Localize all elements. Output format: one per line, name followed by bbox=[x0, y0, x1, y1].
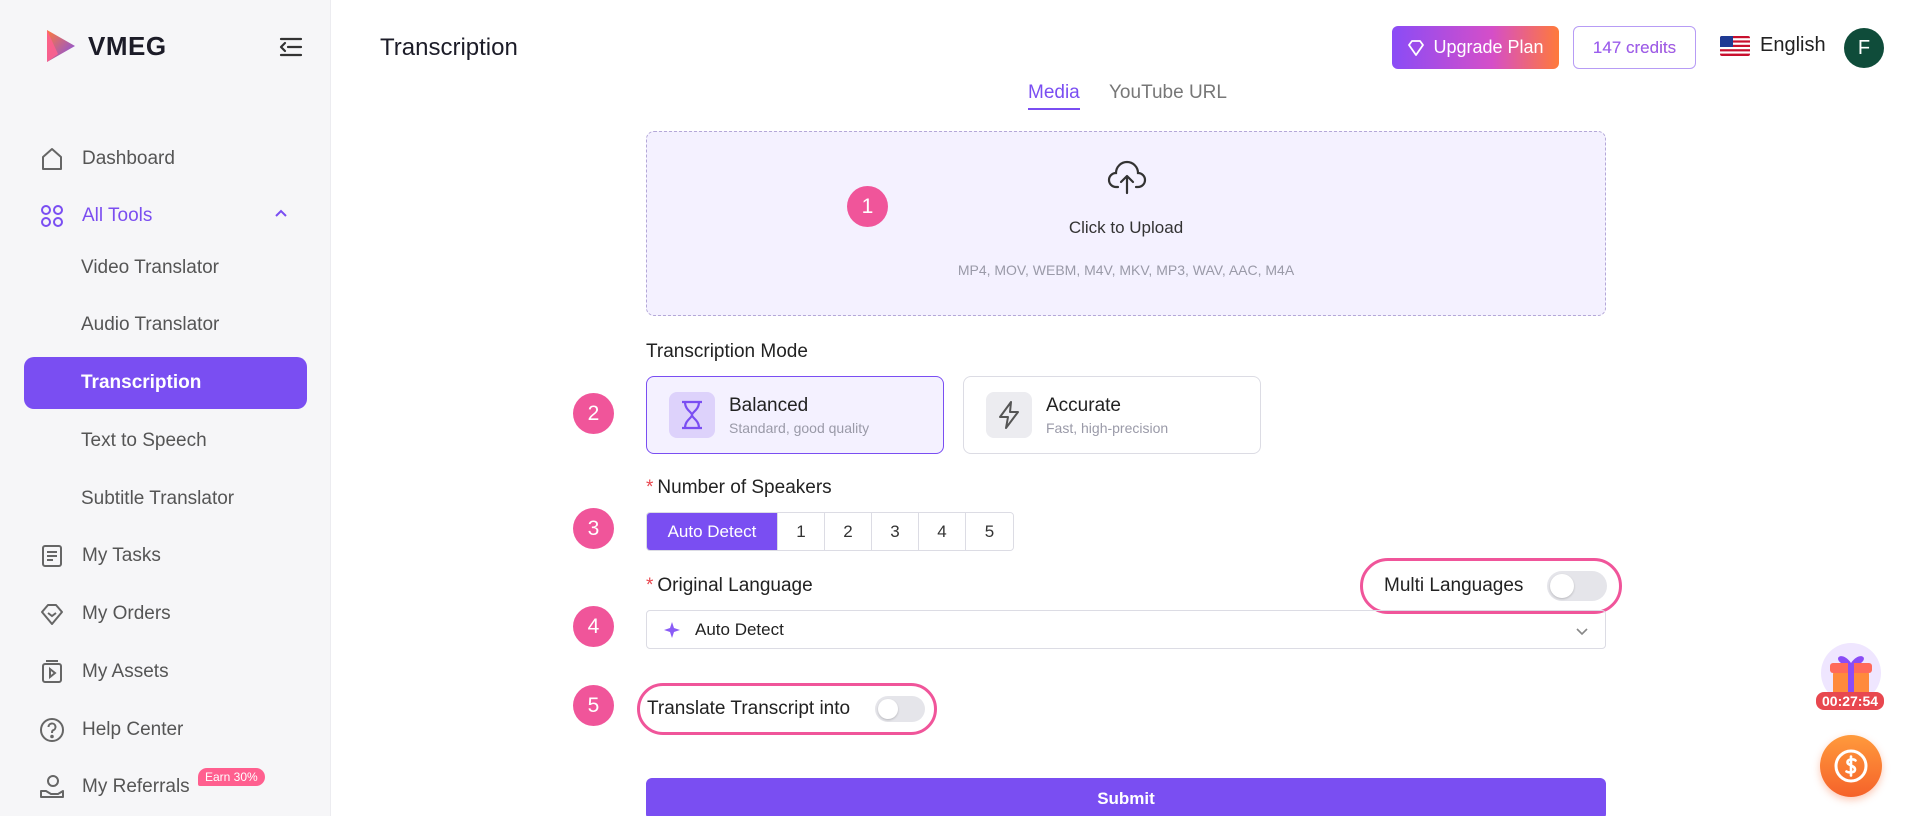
speaker-option-4[interactable]: 4 bbox=[919, 513, 966, 550]
tab-media[interactable]: Media bbox=[1028, 82, 1080, 110]
collapse-sidebar-button[interactable] bbox=[278, 34, 304, 60]
us-flag-icon bbox=[1720, 35, 1750, 56]
home-icon bbox=[38, 145, 66, 173]
help-icon bbox=[38, 716, 66, 744]
sidebar-item-help-center[interactable]: Help Center bbox=[24, 704, 307, 756]
sidebar-tool-text-to-speech[interactable]: Text to Speech bbox=[24, 415, 307, 467]
sidebar-tool-transcription[interactable]: Transcription bbox=[24, 357, 307, 409]
submit-button[interactable]: Submit bbox=[646, 778, 1606, 816]
sidebar-item-my-orders[interactable]: My Orders bbox=[24, 588, 307, 640]
hourglass-icon bbox=[669, 392, 715, 438]
mode-title: Balanced bbox=[729, 394, 809, 416]
sidebar: VMEG Dashboard All Tools Video Translato… bbox=[0, 0, 331, 816]
speaker-option-auto[interactable]: Auto Detect bbox=[647, 513, 778, 550]
chevron-up-icon bbox=[273, 206, 289, 228]
sidebar-item-label: Help Center bbox=[82, 719, 184, 740]
credits-button[interactable]: 147 credits bbox=[1573, 26, 1696, 69]
sidebar-item-label: All Tools bbox=[82, 205, 153, 226]
brand-logo[interactable]: VMEG bbox=[44, 28, 167, 64]
upgrade-plan-label: Upgrade Plan bbox=[1433, 37, 1544, 57]
sparkle-icon bbox=[664, 621, 680, 638]
sidebar-tool-subtitle-translator[interactable]: Subtitle Translator bbox=[24, 473, 307, 525]
dollar-coin-icon bbox=[1834, 749, 1868, 783]
original-language-label: * Original Language bbox=[646, 575, 813, 596]
multi-languages-label: Multi Languages bbox=[1384, 575, 1524, 596]
mode-option-balanced[interactable]: Balanced Standard, good quality bbox=[646, 376, 944, 454]
sidebar-item-my-referrals[interactable]: My Referrals bbox=[24, 761, 307, 813]
speaker-option-1[interactable]: 1 bbox=[778, 513, 825, 550]
language-label: English bbox=[1760, 34, 1826, 56]
step-badge-5: 5 bbox=[573, 685, 614, 726]
step-badge-4: 4 bbox=[573, 606, 614, 647]
page-title: Transcription bbox=[380, 34, 518, 61]
mode-subtitle: Standard, good quality bbox=[729, 419, 870, 436]
step-badge-1: 1 bbox=[847, 186, 888, 227]
translate-label: Translate Transcript into bbox=[647, 698, 851, 719]
original-language-value: Auto Detect bbox=[695, 619, 784, 639]
original-language-select[interactable]: Auto Detect bbox=[646, 610, 1606, 649]
chevron-down-icon bbox=[1575, 623, 1589, 643]
sidebar-item-label: My Orders bbox=[82, 603, 171, 624]
upload-label: Click to Upload bbox=[1068, 218, 1184, 237]
tab-youtube-url[interactable]: YouTube URL bbox=[1109, 82, 1227, 104]
required-marker: * bbox=[646, 477, 654, 498]
assets-icon bbox=[38, 658, 66, 686]
speakers-label: * Number of Speakers bbox=[646, 477, 832, 498]
credits-label: 147 credits bbox=[1592, 37, 1677, 57]
tasks-icon bbox=[38, 542, 66, 570]
sidebar-item-my-tasks[interactable]: My Tasks bbox=[24, 530, 307, 582]
offer-timer: 00:27:54 bbox=[1816, 692, 1885, 710]
earn-badge: Earn 30% bbox=[198, 768, 265, 786]
mode-option-accurate[interactable]: Accurate Fast, high-precision bbox=[963, 376, 1261, 454]
upgrade-plan-button[interactable]: Upgrade Plan bbox=[1392, 26, 1559, 69]
required-marker: * bbox=[646, 575, 654, 596]
sidebar-item-label: Dashboard bbox=[82, 148, 175, 169]
mode-subtitle: Fast, high-precision bbox=[1046, 419, 1169, 436]
user-avatar[interactable]: F bbox=[1844, 28, 1884, 68]
orders-icon bbox=[38, 600, 66, 628]
speaker-option-2[interactable]: 2 bbox=[825, 513, 872, 550]
transcription-mode-label: Transcription Mode bbox=[646, 341, 808, 362]
mode-title: Accurate bbox=[1046, 394, 1121, 416]
upload-dropzone[interactable]: Click to Upload MP4, MOV, WEBM, M4V, MKV… bbox=[646, 131, 1606, 316]
sidebar-tool-video-translator[interactable]: Video Translator bbox=[24, 242, 307, 294]
speaker-option-3[interactable]: 3 bbox=[872, 513, 919, 550]
sidebar-item-all-tools[interactable]: All Tools bbox=[24, 190, 307, 242]
collapse-menu-icon bbox=[279, 37, 303, 57]
translate-toggle[interactable] bbox=[875, 696, 925, 722]
sidebar-item-label: My Assets bbox=[82, 661, 169, 682]
language-switcher[interactable]: English bbox=[1720, 34, 1826, 57]
sidebar-item-label: My Referrals bbox=[82, 776, 190, 797]
referrals-icon bbox=[38, 773, 66, 801]
diamond-icon bbox=[1408, 39, 1425, 56]
lightning-icon bbox=[986, 392, 1032, 438]
upload-formats: MP4, MOV, WEBM, M4V, MKV, MP3, WAV, AAC,… bbox=[957, 262, 1295, 278]
sidebar-item-my-assets[interactable]: My Assets bbox=[24, 646, 307, 698]
sidebar-item-dashboard[interactable]: Dashboard bbox=[24, 133, 307, 185]
speakers-selector: Auto Detect 1 2 3 4 5 bbox=[646, 512, 1014, 551]
cloud-upload-icon bbox=[1107, 160, 1147, 195]
step-badge-3: 3 bbox=[573, 508, 614, 549]
sidebar-item-label: My Tasks bbox=[82, 545, 161, 566]
grid-icon bbox=[38, 202, 66, 230]
earn-credits-button[interactable] bbox=[1820, 735, 1882, 797]
multi-languages-toggle[interactable] bbox=[1547, 571, 1607, 601]
sidebar-tool-audio-translator[interactable]: Audio Translator bbox=[24, 299, 307, 351]
brand-name: VMEG bbox=[88, 30, 167, 61]
vmeg-logo-icon bbox=[47, 30, 75, 62]
step-badge-2: 2 bbox=[573, 393, 614, 434]
speaker-option-5[interactable]: 5 bbox=[966, 513, 1013, 550]
